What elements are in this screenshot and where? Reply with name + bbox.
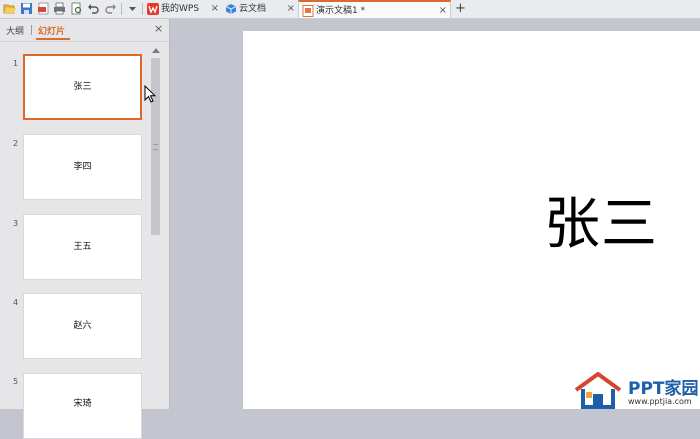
slide-number: 1 bbox=[13, 59, 19, 68]
slide-thumbnail[interactable]: 张三 bbox=[23, 54, 142, 120]
close-tab-icon[interactable]: × bbox=[211, 0, 219, 18]
wps-logo-icon bbox=[147, 3, 159, 15]
tab-outline[interactable]: 大纲 bbox=[6, 24, 24, 37]
toolbar-divider bbox=[142, 3, 143, 15]
pptjia-house-logo-icon bbox=[574, 372, 622, 409]
tab-label: 云文档 bbox=[239, 4, 267, 14]
close-tab-icon[interactable]: × bbox=[439, 2, 447, 20]
print-icon[interactable] bbox=[53, 2, 66, 15]
scrollbar-grip-icon bbox=[153, 144, 158, 150]
cloud-docs-cube-icon bbox=[225, 3, 237, 15]
tab-label: 我的WPS bbox=[161, 4, 200, 14]
title-bar: 我的WPS × 云文档 × 演示文稿1 * × + bbox=[0, 0, 700, 19]
slide-title-text[interactable]: 张三 bbox=[544, 179, 658, 260]
slide-number: 4 bbox=[13, 298, 19, 307]
tab-my-wps[interactable]: 我的WPS × bbox=[144, 0, 222, 18]
pane-tab-strip: 大纲 幻灯片 × bbox=[0, 19, 169, 42]
slide-thumbnail[interactable]: 赵六 bbox=[23, 293, 142, 359]
site-watermark: PPT家园 www.pptjia.com bbox=[573, 372, 700, 409]
scroll-up-arrow-icon[interactable] bbox=[152, 48, 160, 53]
slide-thumbnail[interactable]: 李四 bbox=[23, 134, 142, 200]
undo-icon[interactable] bbox=[87, 2, 100, 15]
close-pane-icon[interactable]: × bbox=[154, 22, 163, 35]
save-icon[interactable] bbox=[20, 2, 33, 15]
watermark-url: www.pptjia.com bbox=[628, 397, 692, 406]
toolbar-divider bbox=[121, 3, 122, 15]
print-preview-icon[interactable] bbox=[70, 2, 83, 15]
tab-slides[interactable]: 幻灯片 bbox=[38, 24, 65, 37]
presentation-file-icon bbox=[302, 5, 314, 17]
pane-tab-divider bbox=[31, 25, 32, 35]
mouse-pointer-icon bbox=[144, 85, 156, 103]
slide-thumbnail[interactable]: 宋琦 bbox=[23, 373, 142, 439]
slide-thumbnail-text: 张三 bbox=[73, 82, 92, 92]
slide-number: 2 bbox=[13, 139, 19, 148]
redo-icon[interactable] bbox=[104, 2, 117, 15]
slide-editing-canvas[interactable]: 张三 bbox=[243, 31, 700, 409]
tab-label: 演示文稿1 * bbox=[316, 6, 366, 16]
slide-thumbnail-text: 宋琦 bbox=[73, 399, 92, 409]
customize-toolbar-chevron-down-icon[interactable] bbox=[126, 2, 139, 15]
export-pdf-icon[interactable] bbox=[37, 2, 50, 15]
slide-thumbnail-text: 赵六 bbox=[73, 321, 92, 331]
tab-presentation[interactable]: 演示文稿1 * × bbox=[298, 0, 451, 18]
slide-number: 3 bbox=[13, 219, 19, 228]
tab-cloud-docs[interactable]: 云文档 × bbox=[222, 0, 298, 18]
slide-thumbnail-text: 李四 bbox=[73, 162, 92, 172]
close-tab-icon[interactable]: × bbox=[287, 0, 295, 18]
watermark-brand: PPT家园 bbox=[628, 379, 699, 399]
slide-thumbnail-text: 王五 bbox=[73, 242, 92, 252]
new-tab-plus-icon[interactable]: + bbox=[455, 0, 466, 17]
slide-thumbnail[interactable]: 王五 bbox=[23, 214, 142, 280]
active-tab-indicator bbox=[36, 38, 70, 40]
slide-navigation-pane: 大纲 幻灯片 × 1 张三 2 李四 3 王五 4 赵六 5 宋琦 bbox=[0, 19, 170, 439]
slide-number: 5 bbox=[13, 377, 19, 386]
open-folder-icon[interactable] bbox=[3, 2, 16, 15]
